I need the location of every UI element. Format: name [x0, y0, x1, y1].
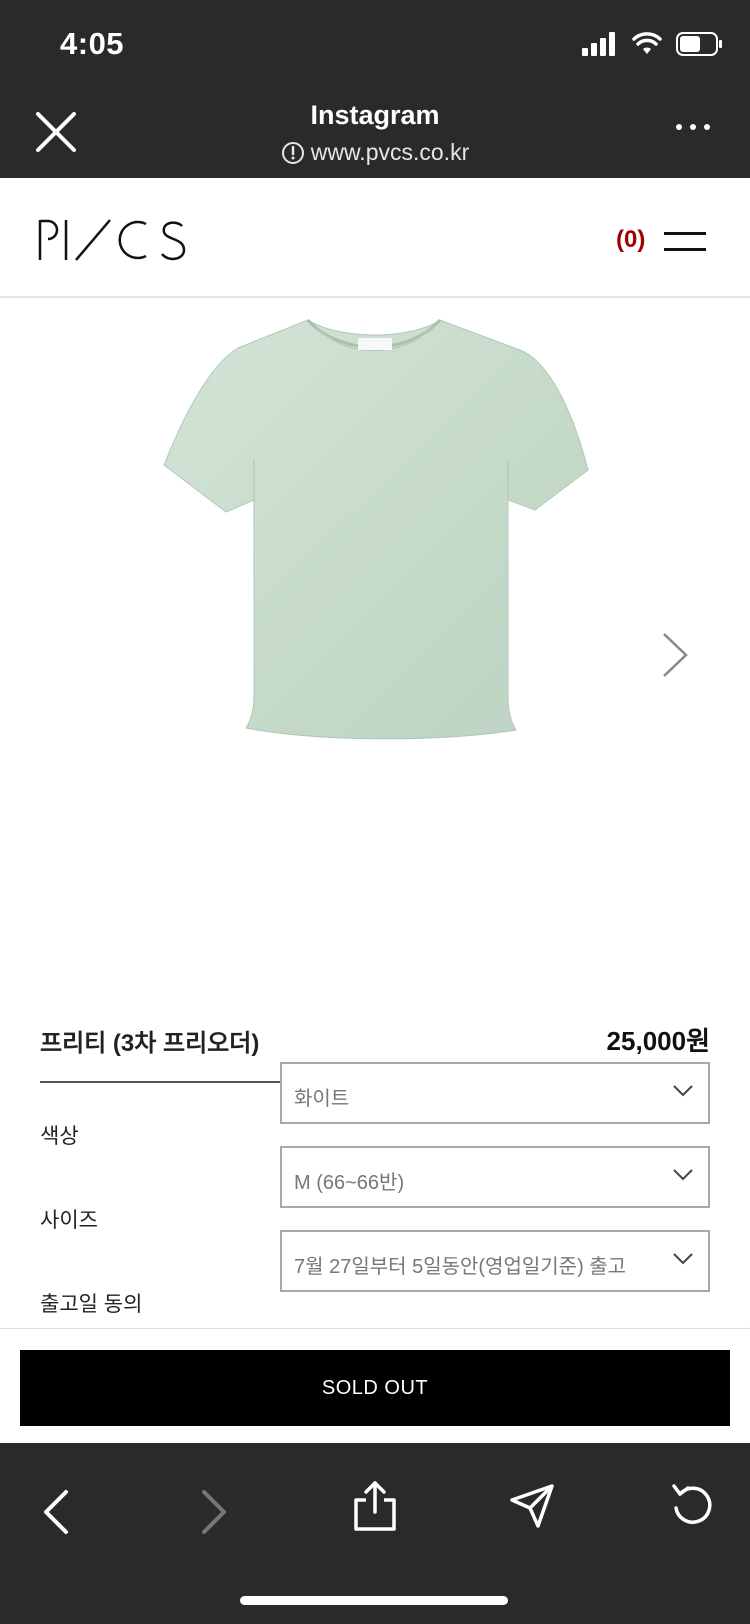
screen: 4:05 Instagram www.pvcs.co.kr (0) 프리티 (3… [0, 0, 750, 1624]
option-label-shipping: 출고일 동의 [40, 1293, 143, 1316]
option-label-size: 사이즈 [40, 1209, 98, 1232]
product-image[interactable] [0, 300, 750, 940]
status-time: 4:05 [60, 26, 125, 61]
sold-out-button[interactable]: SOLD OUT [20, 1350, 730, 1426]
home-indicator[interactable] [240, 1596, 508, 1605]
option-select-color[interactable]: 화이트 [280, 1062, 710, 1124]
site-logo[interactable] [38, 218, 188, 262]
wifi-icon [632, 32, 662, 54]
web-page: (0) 프리티 (3차 프리오더) 25,000원 색상 화이트 사이즈 M (… [0, 178, 750, 1328]
option-value: 7월 27일부터 5일동안(영업일기준) 출고 [294, 1256, 627, 1278]
option-value: M (66~66반) [294, 1172, 405, 1194]
product-name: 프리티 (3차 프리오더) [40, 1030, 260, 1057]
status-icons [582, 32, 722, 56]
battery-icon [676, 32, 722, 56]
option-select-shipping[interactable]: 7월 27일부터 5일동안(영업일기준) 출고 [280, 1230, 710, 1292]
product-price: 25,000원 [606, 1026, 710, 1056]
more-options-icon[interactable] [676, 124, 710, 130]
purchase-bar: SOLD OUT [0, 1328, 750, 1443]
browser-title-block: Instagram www.pvcs.co.kr [0, 100, 750, 170]
browser-title: Instagram [310, 100, 440, 130]
hamburger-menu-icon[interactable] [664, 232, 706, 256]
share-icon[interactable] [352, 1480, 398, 1532]
cart-count[interactable]: (0) [616, 226, 645, 254]
browser-url-text: www.pvcs.co.kr [310, 139, 470, 165]
chevron-down-icon [673, 1253, 693, 1265]
next-image-arrow-icon[interactable] [660, 630, 690, 680]
browser-top-bar: 4:05 Instagram www.pvcs.co.kr [0, 0, 750, 178]
chevron-down-icon [673, 1169, 693, 1181]
refresh-icon[interactable] [670, 1482, 716, 1528]
send-icon[interactable] [508, 1482, 556, 1528]
chevron-down-icon [673, 1085, 693, 1097]
option-label-color: 색상 [40, 1125, 79, 1148]
info-icon [281, 141, 304, 164]
site-header: (0) [0, 178, 750, 298]
option-value: 화이트 [294, 1088, 350, 1110]
browser-url[interactable]: www.pvcs.co.kr [281, 139, 469, 166]
signal-icon [582, 32, 615, 56]
forward-icon[interactable] [198, 1488, 230, 1536]
option-select-size[interactable]: M (66~66반) [280, 1146, 710, 1208]
back-icon[interactable] [40, 1488, 72, 1536]
tshirt-image [163, 319, 589, 740]
